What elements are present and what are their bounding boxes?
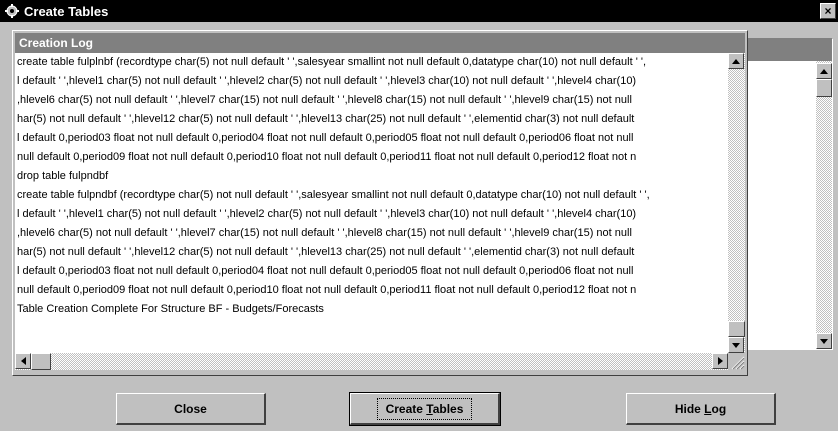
log-line: l default 0,period03 float not null defa… — [17, 132, 634, 144]
creation-log-window: Creation Log create table fulplnbf (reco… — [12, 30, 748, 376]
hide-log-hotkey: L — [704, 401, 712, 416]
log-vertical-scrollbar[interactable] — [728, 53, 745, 353]
log-line: l default ' ',hlevel1 char(5) not null d… — [17, 75, 637, 87]
close-button[interactable]: Close — [116, 393, 266, 425]
log-line: null default 0,period09 float not null d… — [17, 151, 637, 163]
create-tables-button-label: Create Tables — [376, 397, 473, 420]
title-bar: Create Tables × — [0, 0, 838, 22]
close-button-label: Close — [174, 401, 207, 416]
log-line: har(5) not null default ' ',hlevel12 cha… — [17, 113, 635, 125]
arrow-left-icon[interactable] — [15, 353, 31, 369]
create-tables-label-prefix: Create — [385, 401, 427, 416]
background-list-header — [746, 39, 832, 61]
log-line: har(5) not null default ' ',hlevel12 cha… — [17, 246, 635, 258]
hide-log-button-label: Hide Log — [675, 402, 726, 416]
log-line: drop table fulpndbf — [17, 170, 109, 182]
gear-icon — [4, 3, 20, 19]
log-line: l default 0,period03 float not null defa… — [17, 265, 634, 277]
arrow-right-icon[interactable] — [712, 353, 728, 369]
hide-log-button[interactable]: Hide Log — [626, 393, 776, 425]
arrow-up-icon[interactable] — [728, 53, 744, 69]
arrow-down-icon[interactable] — [816, 333, 832, 349]
log-line: Table Creation Complete For Structure BF… — [17, 303, 324, 315]
hide-log-label-prefix: Hide — [674, 401, 705, 416]
hide-log-label-suffix: og — [711, 401, 727, 416]
creation-log-text[interactable]: create table fulplnbf (recordtype char(5… — [15, 53, 728, 353]
window-title: Create Tables — [24, 3, 109, 19]
create-tables-button[interactable]: Create Tables — [349, 392, 501, 426]
creation-log-header: Creation Log — [15, 33, 745, 53]
background-scroll-thumb[interactable] — [816, 79, 832, 97]
log-line: create table fulplnbf (recordtype char(5… — [17, 56, 647, 68]
log-line: ,hlevel6 char(5) not null default ' ',hl… — [17, 94, 632, 106]
resize-grip-icon[interactable] — [728, 353, 745, 370]
log-line: null default 0,period09 float not null d… — [17, 284, 637, 296]
arrow-up-icon[interactable] — [816, 63, 832, 79]
background-vertical-scrollbar[interactable] — [816, 61, 832, 349]
log-line: l default ' ',hlevel1 char(5) not null d… — [17, 208, 637, 220]
log-vertical-thumb[interactable] — [728, 321, 745, 337]
log-horizontal-thumb[interactable] — [31, 353, 51, 370]
log-line: ,hlevel6 char(5) not null default ' ',hl… — [17, 227, 632, 239]
create-tables-label-suffix: ables — [432, 401, 464, 416]
log-line: create table fulpndbf (recordtype char(5… — [17, 189, 650, 201]
log-horizontal-scrollbar[interactable] — [15, 353, 728, 370]
close-icon[interactable]: × — [820, 3, 836, 19]
background-list-panel — [745, 38, 833, 350]
arrow-down-icon[interactable] — [728, 337, 744, 353]
dialog-body: Creation Log create table fulplnbf (reco… — [0, 22, 838, 431]
